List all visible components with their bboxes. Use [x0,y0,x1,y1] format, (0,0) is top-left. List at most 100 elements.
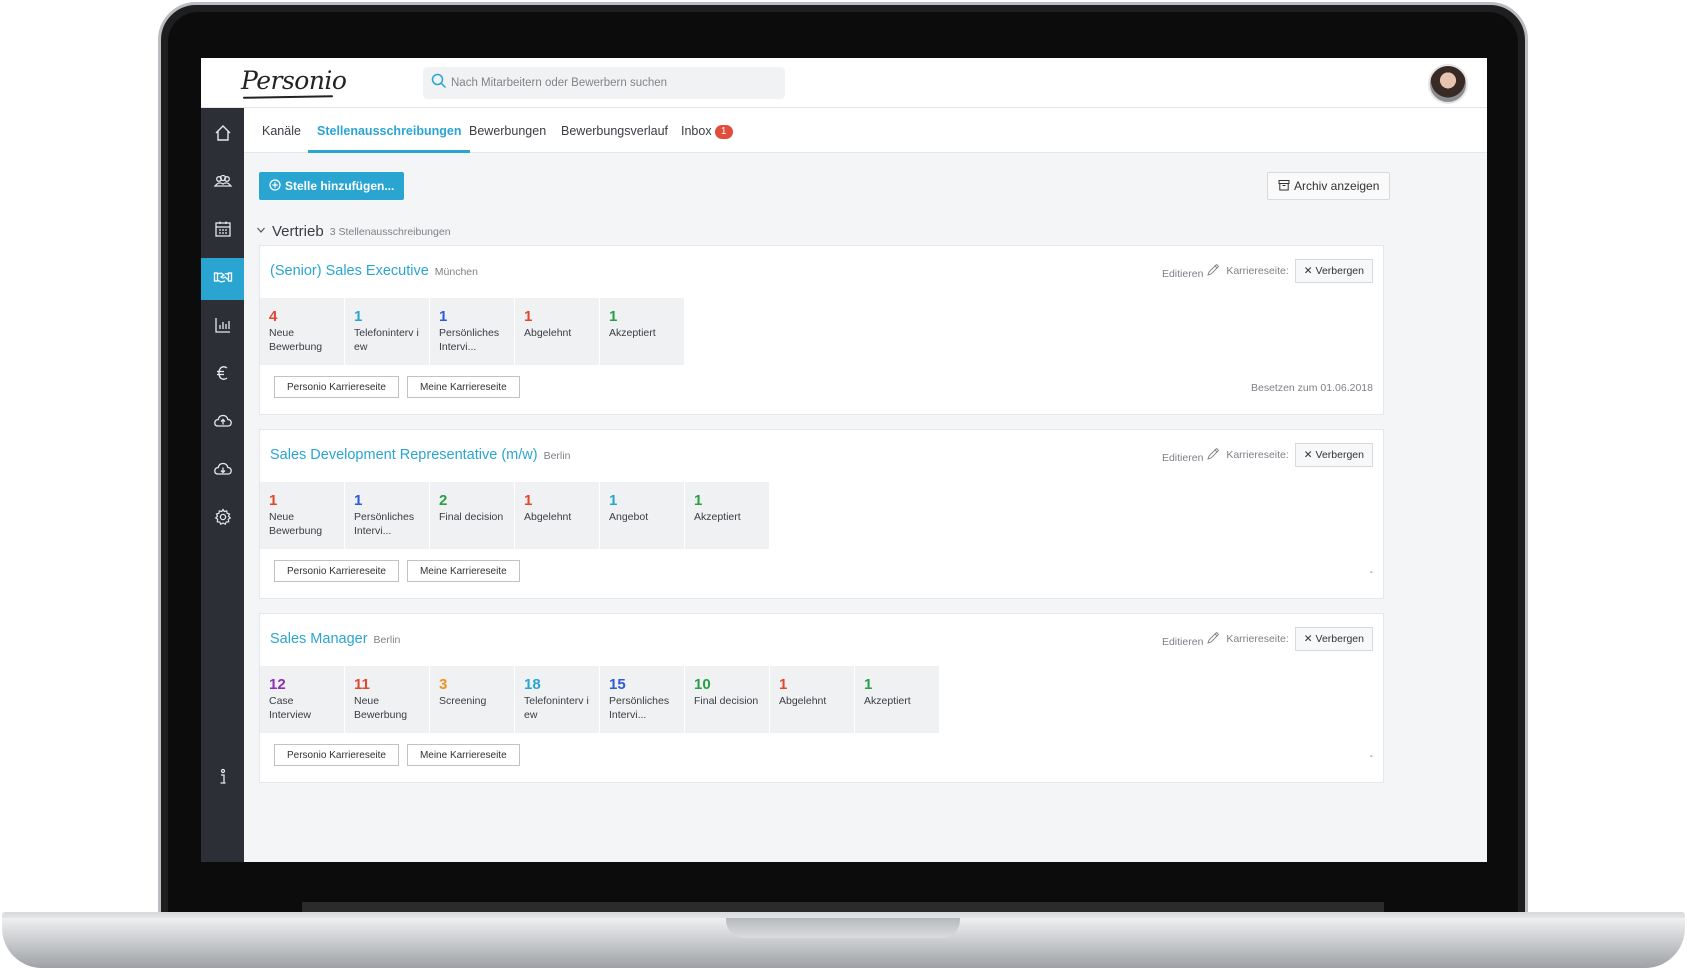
group-header[interactable]: Vertrieb 3 Stellenausschreibungen [256,222,451,240]
career-label: Karriereseite: [1226,449,1289,461]
screen: Personio Nach Mitarbeitern oder Bewerber… [201,58,1487,862]
sidebar-item-calendar[interactable] [201,210,244,252]
job-title[interactable]: (Senior) Sales Executive [270,263,429,279]
job-location: Berlin [373,634,401,646]
hide-button[interactable]: ✕ Verbergen [1294,259,1373,283]
stage-cell[interactable]: 10 Final decision [685,666,770,733]
edit-link[interactable]: Editieren [1162,447,1220,464]
stage-cell[interactable]: 1 Angebot [600,482,685,549]
stage-cell[interactable]: 15 Persönliches Intervi... [600,666,685,733]
career-label: Karriereseite: [1226,265,1289,277]
career-label: Karriereseite: [1226,633,1289,645]
stage-cell[interactable]: 1 Akzeptiert [685,482,770,549]
pencil-icon [1206,447,1220,464]
job-actions: Editieren Karriereseite: ✕ Verbergen [1162,627,1373,651]
stage-label: Persönliches Intervi... [439,327,500,353]
sidebar [201,108,244,862]
hide-button[interactable]: ✕ Verbergen [1294,627,1373,651]
job-actions: Editieren Karriereseite: ✕ Verbergen [1162,259,1373,283]
pencil-icon [1206,631,1220,648]
job-card: (Senior) Sales Executive München Editiere… [259,245,1384,415]
stage-cell[interactable]: 1 Neue Bewerbung [260,482,345,549]
stage-label: Neue Bewerbung [269,327,323,353]
sidebar-item-export[interactable] [201,450,244,492]
avatar[interactable] [1428,64,1468,104]
stage-cell[interactable]: 1 Telefoninterv i ew [345,298,430,365]
personio-career-button[interactable]: Personio Karriereseite [274,376,399,398]
edit-link[interactable]: Editieren [1162,263,1220,280]
job-location: Berlin [543,450,571,462]
sidebar-item-info[interactable] [201,758,244,800]
archive-icon [1278,179,1290,194]
stage-cell[interactable]: 1 Abgelehnt [770,666,855,733]
my-career-button[interactable]: Meine Karriereseite [406,744,520,766]
stage-count: 11 [354,676,370,693]
tab-stellenausschreibungen[interactable]: Stellenausschreibungen [308,108,471,153]
stage-cell[interactable]: 12 Case Interview [260,666,345,733]
job-card: Sales Manager Berlin Editieren Karrierese… [259,613,1384,783]
stage-count: 1 [439,308,448,325]
stage-label: Final decision [439,511,504,523]
archive-button[interactable]: Archiv anzeigen [1267,172,1391,200]
stage-count: 1 [779,676,788,693]
stage-cell[interactable]: 18 Telefoninterv i ew [515,666,600,733]
add-job-button[interactable]: Stelle hinzufügen... [259,172,405,200]
group-count: 3 Stellenausschreibungen [329,226,451,238]
search-box[interactable] [423,67,785,99]
job-title-wrap: Sales Manager Berlin [270,631,400,647]
stage-cell[interactable]: 1 Abgelehnt [515,482,600,549]
stage-label: Akzeptiert [864,695,911,707]
tab-kanaele[interactable]: Kanäle [262,108,301,153]
fill-date: - [1369,750,1374,762]
stage-cell[interactable]: 4 Neue Bewerbung [260,298,345,365]
my-career-button[interactable]: Meine Karriereseite [406,376,520,398]
stage-count: 15 [609,676,626,693]
stage-cell[interactable]: 2 Final decision [430,482,515,549]
sidebar-item-people[interactable] [201,162,244,204]
calendar-icon [213,219,233,244]
stage-cell[interactable]: 1 Persönliches Intervi... [345,482,430,549]
stage-cell[interactable]: 1 Abgelehnt [515,298,600,365]
job-actions: Editieren Karriereseite: ✕ Verbergen [1162,443,1373,467]
personio-career-button[interactable]: Personio Karriereseite [274,560,399,582]
stage-cell[interactable]: 3 Screening [430,666,515,733]
sidebar-item-reports[interactable] [201,306,244,348]
personio-career-button[interactable]: Personio Karriereseite [274,744,399,766]
stage-label: Persönliches Intervi... [609,695,670,721]
hide-label: Verbergen [1315,633,1364,645]
stage-count: 1 [864,676,873,693]
job-title[interactable]: Sales Development Representative (m/w) [270,447,538,463]
search-input[interactable] [451,77,781,89]
fill-date: - [1369,566,1374,578]
euro-icon [213,363,233,388]
stage-label: Neue Bewerbung [354,695,408,721]
stage-label: Abgelehnt [524,327,572,339]
sidebar-item-settings[interactable] [201,498,244,540]
sidebar-item-home[interactable] [201,114,244,156]
stage-label: Neue Bewerbung [269,511,323,537]
edit-link[interactable]: Editieren [1162,631,1220,648]
stage-cell[interactable]: 1 Akzeptiert [855,666,940,733]
tab-bewerbungen[interactable]: Bewerbungen [469,108,546,153]
stage-label: Persönliches Intervi... [354,511,415,537]
tab-bewerbungsverlauf[interactable]: Bewerbungsverlauf [561,108,668,153]
close-icon: ✕ [1303,265,1313,277]
sidebar-item-recruiting[interactable] [201,258,244,300]
career-links: Personio Karriereseite Meine Karrieresei… [274,560,520,582]
hide-button[interactable]: ✕ Verbergen [1294,443,1373,467]
logo[interactable]: Personio [241,66,347,95]
stage-row: 4 Neue Bewerbung 1 Telefoninterv i ew 1 Persö… [260,298,685,365]
stage-cell[interactable]: 1 Akzeptiert [600,298,685,365]
sidebar-item-import[interactable] [201,402,244,444]
stage-cell[interactable]: 11 Neue Bewerbung [345,666,430,733]
top-bar: Personio [201,58,1487,108]
fill-date: Besetzen zum 01.06.2018 [1250,382,1373,394]
career-links: Personio Karriereseite Meine Karrieresei… [274,376,520,398]
job-card: Sales Development Representative (m/w) Be… [259,429,1384,599]
sidebar-item-payroll[interactable] [201,354,244,396]
job-title[interactable]: Sales Manager [270,631,368,647]
tab-inbox[interactable]: Inbox 1 [681,108,733,153]
edit-label: Editieren [1161,635,1204,648]
my-career-button[interactable]: Meine Karriereseite [406,560,520,582]
stage-cell[interactable]: 1 Persönliches Intervi... [430,298,515,365]
